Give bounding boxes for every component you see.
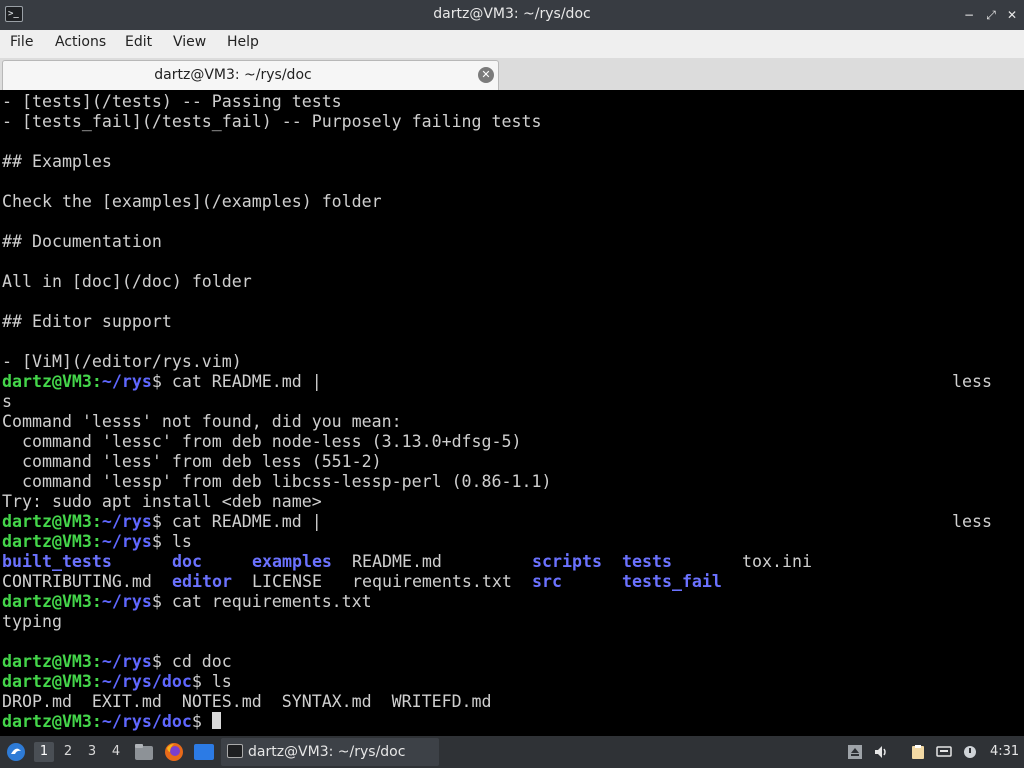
tab-close-icon[interactable]: ✕: [478, 67, 494, 83]
command-text: $ cd doc: [151, 652, 232, 671]
output-line: typing: [2, 612, 62, 631]
prompt-path: ~/rys: [101, 652, 152, 671]
text-line: - [tests](/tests) -- Passing tests: [2, 92, 342, 111]
wrapped-text: less: [952, 512, 992, 531]
ls-entry-file: LICENSE: [252, 572, 322, 591]
volume-icon[interactable]: [873, 744, 889, 760]
ls-entry-dir: examples: [252, 552, 332, 571]
ls-entry-file: tox.ini: [742, 552, 812, 571]
menu-actions[interactable]: Actions: [55, 34, 106, 50]
command-text: $ ls: [191, 672, 232, 691]
task-label: dartz@VM3: ~/rys/doc: [248, 744, 406, 760]
firefox-icon[interactable]: [164, 742, 184, 762]
ls-entry-dir: tests_fail: [622, 572, 722, 591]
workspace-1[interactable]: 1: [34, 742, 54, 762]
command-text: $ cat README.md |: [151, 372, 322, 391]
ls-entry-file: requirements.txt: [352, 572, 512, 591]
error-line: Command 'lesss' not found, did you mean:: [2, 412, 402, 431]
prompt-user: dartz@VM3:: [2, 712, 102, 731]
error-line: Try: sudo apt install <deb name>: [2, 492, 322, 511]
close-button[interactable]: ✕: [1003, 6, 1021, 24]
text-line: Check the [examples](/examples) folder: [2, 192, 382, 211]
text-line: ## Editor support: [2, 312, 172, 331]
tab-bar: dartz@VM3: ~/rys/doc ✕: [0, 58, 1024, 91]
clock[interactable]: 4:31: [990, 736, 1019, 768]
prompt-line: dartz@VM3:~/rys$ cat README.md |: [2, 512, 322, 532]
ls-entry-file: CONTRIBUTING.md: [2, 572, 152, 591]
eject-icon[interactable]: [847, 744, 863, 760]
menu-bar: File Actions Edit View Help: [0, 30, 1024, 59]
prompt-line: dartz@VM3:~/rys$ cd doc: [2, 652, 232, 672]
maximize-button[interactable]: ⤢: [982, 6, 1000, 24]
workspace-3[interactable]: 3: [82, 742, 102, 762]
prompt-path: ~/rys: [101, 512, 152, 531]
wrapped-text: s: [2, 392, 12, 411]
show-desktop-icon[interactable]: [194, 744, 214, 760]
file-manager-icon[interactable]: [134, 743, 154, 761]
terminal-icon: [227, 744, 243, 758]
ls-entry-dir: tests: [622, 552, 672, 571]
prompt-user: dartz@VM3:: [2, 652, 102, 671]
command-text: $ cat requirements.txt: [151, 592, 372, 611]
tab-label: dartz@VM3: ~/rys/doc: [154, 67, 312, 83]
prompt-line: dartz@VM3:~/rys/doc$ ls: [2, 672, 232, 692]
workspace-4[interactable]: 4: [106, 742, 126, 762]
ls-entry-dir: built_tests: [2, 552, 112, 571]
ls-entry-dir: scripts: [532, 552, 602, 571]
command-text: $ ls: [151, 532, 192, 551]
workspace-2[interactable]: 2: [58, 742, 78, 762]
tab-terminal[interactable]: dartz@VM3: ~/rys/doc ✕: [2, 60, 499, 90]
terminal-output[interactable]: - [tests](/tests) -- Passing tests - [te…: [0, 90, 1024, 736]
terminal-scrollbar[interactable]: [1015, 90, 1024, 736]
window-title: dartz@VM3: ~/rys/doc: [433, 6, 591, 22]
text-line: - [ViM](/editor/rys.vim): [2, 352, 242, 371]
prompt-user: dartz@VM3:: [2, 672, 102, 691]
prompt-user: dartz@VM3:: [2, 512, 102, 531]
prompt-line: dartz@VM3:~/rys$ cat requirements.txt: [2, 592, 372, 612]
command-text: $: [191, 712, 212, 731]
prompt-path: ~/rys: [101, 372, 152, 391]
menu-help[interactable]: Help: [227, 34, 259, 50]
prompt-line: dartz@VM3:~/rys$ ls: [2, 532, 192, 552]
menu-file[interactable]: File: [10, 34, 33, 50]
prompt-line: dartz@VM3:~/rys/doc$: [2, 712, 221, 732]
ls-entry-dir: src: [532, 572, 562, 591]
notifications-icon[interactable]: [962, 744, 978, 760]
text-cursor: [211, 712, 221, 729]
prompt-path: ~/rys/doc: [101, 672, 192, 691]
minimize-button[interactable]: −: [960, 6, 978, 24]
output-line: DROP.md EXIT.md NOTES.md SYNTAX.md WRITE…: [2, 692, 492, 711]
menu-edit[interactable]: Edit: [125, 34, 152, 50]
prompt-user: dartz@VM3:: [2, 532, 102, 551]
prompt-user: dartz@VM3:: [2, 372, 102, 391]
error-line: command 'lessc' from deb node-less (3.13…: [2, 432, 522, 451]
task-terminal-button[interactable]: dartz@VM3: ~/rys/doc: [221, 738, 439, 766]
text-line: ## Documentation: [2, 232, 162, 251]
network-icon[interactable]: [936, 744, 952, 760]
start-menu-icon[interactable]: [6, 742, 26, 762]
clipboard-icon[interactable]: [910, 744, 926, 760]
command-text: $ cat README.md |: [151, 512, 322, 531]
prompt-path: ~/rys/doc: [101, 712, 192, 731]
title-bar: >_ dartz@VM3: ~/rys/doc − ⤢ ✕: [0, 0, 1024, 30]
wrapped-text: less: [952, 372, 992, 391]
ls-entry-dir: editor: [172, 572, 232, 591]
text-line: ## Examples: [2, 152, 112, 171]
prompt-line: dartz@VM3:~/rys$ cat README.md |: [2, 372, 322, 392]
prompt-user: dartz@VM3:: [2, 592, 102, 611]
error-line: command 'lessp' from deb libcss-lessp-pe…: [2, 472, 552, 491]
text-line: All in [doc](/doc) folder: [2, 272, 252, 291]
ls-entry-dir: doc: [172, 552, 202, 571]
taskbar: 1 2 3 4 dartz@VM3: ~/rys/doc 4:31: [0, 736, 1024, 768]
text-line: - [tests_fail](/tests_fail) -- Purposely…: [2, 112, 542, 131]
prompt-path: ~/rys: [101, 532, 152, 551]
ls-entry-file: README.md: [352, 552, 442, 571]
menu-view[interactable]: View: [173, 34, 206, 50]
prompt-path: ~/rys: [101, 592, 152, 611]
error-line: command 'less' from deb less (551-2): [2, 452, 382, 471]
